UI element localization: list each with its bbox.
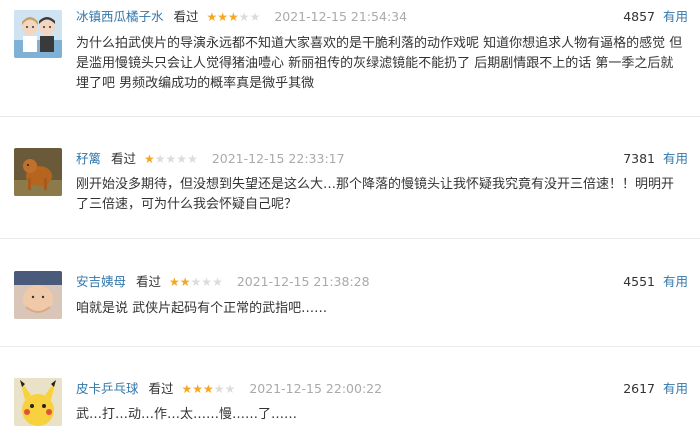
- watch-status: 看过: [111, 151, 137, 166]
- divider: [0, 116, 700, 117]
- vote-box: 7381 有用: [623, 149, 688, 169]
- comment-text: 为什么拍武侠片的导演永远都不知道大家喜欢的是干脆利落的动作戏呢 知道你想追求人物…: [76, 36, 683, 91]
- username-link[interactable]: 冰镇西瓜橘子水: [76, 9, 164, 24]
- vote-box: 4857 有用: [623, 7, 688, 27]
- star-empty-icon: ★: [238, 10, 250, 24]
- star-empty-icon: ★: [213, 382, 225, 396]
- comment-item: 秄篱 看过 ★★★★★ 2021-12-15 22:33:17 7381 有用 …: [0, 140, 700, 240]
- baby-photo-avatar: [14, 271, 62, 319]
- watch-status: 看过: [173, 9, 199, 24]
- watch-status: 看过: [136, 274, 162, 289]
- useful-button[interactable]: 有用: [663, 151, 688, 166]
- avatar[interactable]: [14, 10, 62, 58]
- vote-count: 2617: [623, 381, 655, 396]
- comment-text: 刚开始没多期待，但没想到失望还是这么大…那个降落的慢镜头让我怀疑我究竟有没开三倍…: [76, 177, 675, 212]
- vote-box: 4551 有用: [623, 272, 688, 292]
- comment-item: 安吉姨母 看过 ★★★★★ 2021-12-15 21:38:28 4551 有…: [0, 262, 700, 342]
- star-filled-icon: ★: [192, 382, 204, 396]
- comment-text: 武…打…动…作…太……慢……了……: [76, 407, 298, 422]
- vote-count: 4551: [623, 274, 655, 289]
- comment-header: 冰镇西瓜橘子水 看过 ★★★★★ 2021-12-15 21:54:34: [76, 7, 688, 27]
- username-link[interactable]: 秄篱: [76, 151, 101, 166]
- star-filled-icon: ★: [217, 10, 229, 24]
- star-empty-icon: ★: [201, 275, 213, 289]
- avatar[interactable]: [14, 271, 62, 319]
- comment-header: 秄篱 看过 ★★★★★ 2021-12-15 22:33:17: [76, 149, 688, 169]
- comment-time: 2021-12-15 21:38:28: [236, 274, 370, 289]
- comment-item: 冰镇西瓜橘子水 看过 ★★★★★ 2021-12-15 21:54:34 485…: [0, 0, 700, 112]
- dog-photo-avatar: [14, 148, 62, 196]
- watch-status: 看过: [148, 381, 174, 396]
- vote-count: 4857: [623, 9, 655, 24]
- rating-stars: ★★★★★: [207, 7, 261, 27]
- avatar[interactable]: [14, 148, 62, 196]
- username-link[interactable]: 安吉姨母: [76, 274, 126, 289]
- comment-time: 2021-12-15 22:00:22: [249, 381, 383, 396]
- useful-button[interactable]: 有用: [663, 381, 688, 396]
- star-empty-icon: ★: [249, 10, 261, 24]
- star-empty-icon: ★: [176, 152, 188, 166]
- star-empty-icon: ★: [212, 275, 223, 289]
- star-empty-icon: ★: [187, 152, 198, 166]
- star-filled-icon: ★: [181, 382, 193, 396]
- star-filled-icon: ★: [144, 152, 155, 166]
- username-link[interactable]: 皮卡乒乓球: [76, 381, 139, 396]
- rating-stars: ★★★★★: [144, 149, 198, 169]
- star-filled-icon: ★: [203, 382, 214, 396]
- useful-button[interactable]: 有用: [663, 274, 688, 289]
- comment-item: 皮卡乒乓球 看过 ★★★★★ 2021-12-15 22:00:22 2617 …: [0, 370, 700, 434]
- comment-text: 咱就是说 武侠片起码有个正常的武指吧……: [76, 301, 328, 316]
- star-filled-icon: ★: [228, 10, 239, 24]
- vote-count: 7381: [623, 151, 655, 166]
- useful-button[interactable]: 有用: [663, 9, 688, 24]
- star-empty-icon: ★: [154, 152, 166, 166]
- rating-stars: ★★★★★: [169, 272, 223, 292]
- rating-stars: ★★★★★: [182, 379, 236, 399]
- divider: [0, 346, 700, 347]
- star-filled-icon: ★: [179, 275, 191, 289]
- cartoon-couple-avatar: [14, 10, 62, 58]
- pikachu-avatar: [14, 378, 62, 426]
- star-filled-icon: ★: [169, 275, 180, 289]
- star-empty-icon: ★: [165, 152, 177, 166]
- star-empty-icon: ★: [224, 382, 236, 396]
- vote-box: 2617 有用: [623, 379, 688, 399]
- star-empty-icon: ★: [190, 275, 202, 289]
- comment-time: 2021-12-15 21:54:34: [274, 9, 408, 24]
- comment-time: 2021-12-15 22:33:17: [211, 151, 345, 166]
- star-filled-icon: ★: [206, 10, 218, 24]
- avatar[interactable]: [14, 378, 62, 426]
- divider: [0, 238, 700, 239]
- comment-header: 皮卡乒乓球 看过 ★★★★★ 2021-12-15 22:00:22: [76, 379, 688, 399]
- comment-header: 安吉姨母 看过 ★★★★★ 2021-12-15 21:38:28: [76, 272, 688, 292]
